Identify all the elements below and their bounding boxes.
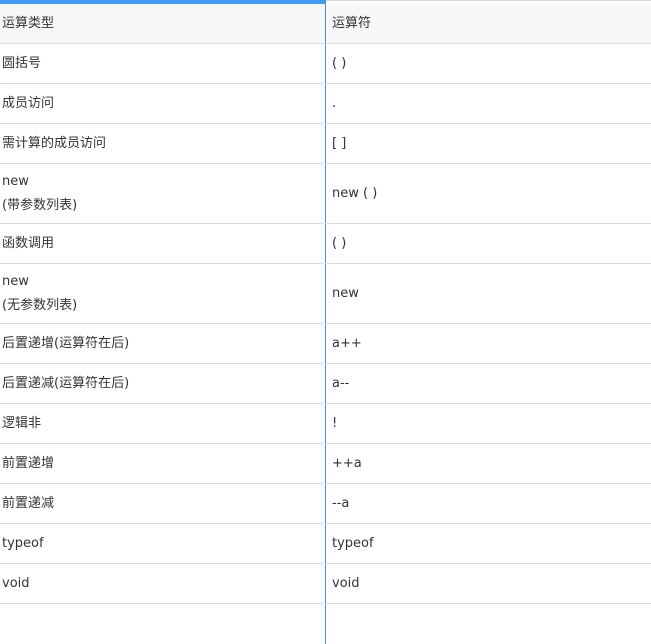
header-operator: 运算符: [325, 4, 651, 43]
operation-type-cell: 前置递减: [0, 484, 325, 523]
operation-type-label: 圆括号: [2, 55, 42, 71]
top-border-line: [326, 0, 651, 1]
table-row: 前置递增 ++a: [0, 444, 651, 484]
table-row: 逻辑非 !: [0, 404, 651, 444]
operation-type-label: 逻辑非: [2, 415, 42, 431]
table-row: new (带参数列表) new ( ): [0, 164, 651, 224]
operator-cell: a++: [325, 324, 651, 363]
operation-type-label: 函数调用: [2, 235, 55, 251]
operator-table: 运算类型 运算符 圆括号 ( ) 成员访问 . 需计算的成员访问 [ ] new…: [0, 4, 651, 644]
operator-cell: a--: [325, 364, 651, 403]
operation-type-cell: 成员访问: [0, 84, 325, 123]
operation-type-cell: new (带参数列表): [0, 164, 325, 223]
table-row: new (无参数列表) new: [0, 264, 651, 324]
operation-type-label: 后置递增(运算符在后): [2, 335, 130, 351]
operation-type-cell: void: [0, 564, 325, 603]
operation-type-cell: typeof: [0, 524, 325, 563]
table-row: typeof typeof: [0, 524, 651, 564]
operator-cell: ++a: [325, 444, 651, 483]
operation-type-label: 前置递增: [2, 455, 55, 471]
operation-type-note: (带参数列表): [2, 197, 78, 213]
table-row: 后置递增(运算符在后) a++: [0, 324, 651, 364]
operation-type-label: 成员访问: [2, 95, 55, 111]
table-row: 后置递减(运算符在后) a--: [0, 364, 651, 404]
table-row-partial: [0, 604, 651, 644]
table-row: 需计算的成员访问 [ ]: [0, 124, 651, 164]
operator-cell: [325, 604, 651, 644]
operator-cell: void: [325, 564, 651, 603]
operation-type-cell: 逻辑非: [0, 404, 325, 443]
operator-cell: [ ]: [325, 124, 651, 163]
operation-type-cell: [0, 604, 325, 644]
table-row: 成员访问 .: [0, 84, 651, 124]
table-header-row: 运算类型 运算符: [0, 4, 651, 44]
operator-cell: ( ): [325, 44, 651, 83]
operator-cell: new: [325, 264, 651, 323]
operation-type-cell: 前置递增: [0, 444, 325, 483]
operation-type-cell: 后置递增(运算符在后): [0, 324, 325, 363]
operator-cell: .: [325, 84, 651, 123]
operation-type-label: typeof: [2, 535, 44, 551]
operation-type-label: 前置递减: [2, 495, 55, 511]
operation-type-cell: 后置递减(运算符在后): [0, 364, 325, 403]
operation-type-label: new: [2, 273, 29, 289]
operation-type-label: void: [2, 575, 30, 591]
table-row: 函数调用 ( ): [0, 224, 651, 264]
operation-type-cell: 需计算的成员访问: [0, 124, 325, 163]
operation-type-label: new: [2, 173, 29, 189]
operator-cell: --a: [325, 484, 651, 523]
operator-cell: ( ): [325, 224, 651, 263]
operation-type-note: (无参数列表): [2, 297, 78, 313]
operation-type-cell: 圆括号: [0, 44, 325, 83]
operator-cell: new ( ): [325, 164, 651, 223]
operation-type-label: 后置递减(运算符在后): [2, 375, 130, 391]
operation-type-label: 需计算的成员访问: [2, 135, 107, 151]
operation-type-cell: new (无参数列表): [0, 264, 325, 323]
header-operation-type: 运算类型: [2, 15, 55, 31]
operation-type-cell: 函数调用: [0, 224, 325, 263]
table-row: void void: [0, 564, 651, 604]
operator-cell: !: [325, 404, 651, 443]
table-row: 前置递减 --a: [0, 484, 651, 524]
operator-cell: typeof: [325, 524, 651, 563]
table-row: 圆括号 ( ): [0, 44, 651, 84]
